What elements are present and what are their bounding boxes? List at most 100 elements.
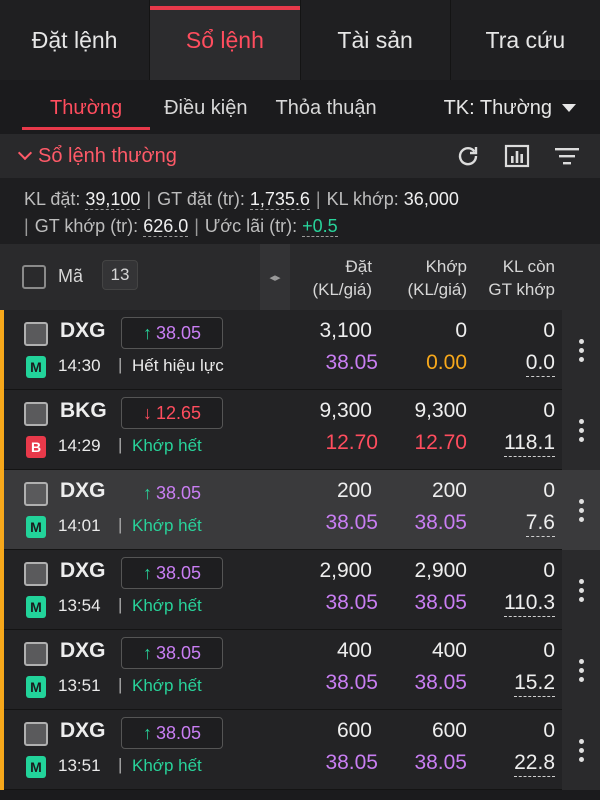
column-khop-line2: (KL/giá) bbox=[407, 280, 467, 299]
column-dat-line2: (KL/giá) bbox=[312, 280, 372, 299]
separator: | bbox=[118, 755, 123, 774]
arrow-up-icon: ↑ bbox=[142, 722, 152, 743]
row-checkbox[interactable] bbox=[24, 482, 48, 506]
account-select[interactable]: TK: Thường bbox=[444, 82, 576, 134]
separator: | bbox=[118, 515, 123, 534]
ref-price: 38.05 bbox=[155, 642, 202, 663]
kebab-icon bbox=[578, 658, 584, 664]
ref-price-badge: ↑ 38.05 bbox=[121, 477, 223, 509]
dat-kl: 9,300 bbox=[319, 399, 372, 422]
khop-gia: 38.05 bbox=[414, 751, 467, 774]
kebab-icon bbox=[578, 418, 584, 424]
order-side-badge: M bbox=[26, 596, 46, 618]
tab-tra-cuu[interactable]: Tra cứu bbox=[450, 0, 600, 80]
khop-gia: 38.05 bbox=[414, 671, 467, 694]
tab-so-lenh[interactable]: Sổ lệnh bbox=[150, 0, 301, 80]
subtab-thoa-thuan[interactable]: Thỏa thuận bbox=[261, 82, 390, 134]
kebab-icon bbox=[578, 338, 584, 344]
kebab-icon-dot bbox=[578, 756, 584, 762]
ref-price: 38.05 bbox=[155, 722, 202, 743]
refresh-icon[interactable] bbox=[456, 144, 480, 168]
table-row[interactable]: DXG ↑ 38.05 M 14:01 | Khớp hết 200 38.05 200 38.05… bbox=[0, 470, 600, 550]
kebab-icon-dot bbox=[578, 747, 584, 753]
arrow-up-icon: ↑ bbox=[142, 482, 152, 503]
uoc-lai-label: Ước lãi (tr): bbox=[204, 216, 298, 236]
table-row[interactable]: DXG ↑ 38.05 M 13:54 | Khớp hết 2,900 38.05 2,900 3… bbox=[0, 550, 600, 630]
arrow-down-icon: ↓ bbox=[142, 402, 152, 423]
subtab-thuong[interactable]: Thường bbox=[22, 82, 151, 134]
column-khop: Khớp (KL/giá) bbox=[407, 255, 467, 301]
khop-kl: 400 bbox=[431, 639, 467, 662]
ref-price-badge: ↑ 38.05 bbox=[121, 317, 223, 349]
kl-con: 0 bbox=[543, 319, 555, 342]
khop-kl: 9,300 bbox=[414, 399, 467, 422]
more-options-button[interactable] bbox=[562, 310, 600, 390]
tab-dat-lenh[interactable]: Đặt lệnh bbox=[0, 0, 151, 80]
dat-kl: 600 bbox=[336, 719, 372, 742]
subtab-dieu-kien[interactable]: Điều kiện bbox=[150, 82, 261, 134]
dat-gia: 38.05 bbox=[325, 511, 378, 534]
column-dat-line1: Đặt bbox=[345, 257, 372, 276]
kl-dat-value: 39,100 bbox=[85, 189, 141, 210]
khop-gia: 12.70 bbox=[414, 431, 467, 454]
gt-khop: 118.1 bbox=[504, 431, 555, 457]
gt-khop-value: 626.0 bbox=[143, 216, 189, 237]
khop-kl: 2,900 bbox=[414, 559, 467, 582]
section-toggle[interactable]: Sổ lệnh thường bbox=[17, 144, 177, 168]
main-tab-bar: Đặt lệnh Sổ lệnh Tài sản Tra cứu bbox=[0, 0, 600, 80]
kl-con: 0 bbox=[543, 399, 555, 422]
order-status: Khớp hết bbox=[132, 596, 202, 615]
kebab-icon-dot bbox=[578, 347, 584, 353]
tab-tai-san[interactable]: Tài sản bbox=[300, 0, 451, 80]
order-status: Khớp hết bbox=[132, 436, 202, 455]
row-checkbox[interactable] bbox=[24, 722, 48, 746]
column-kl-con-line1: KL còn bbox=[502, 257, 555, 276]
symbol: DXG bbox=[60, 639, 106, 662]
dat-gia: 38.05 bbox=[325, 351, 378, 374]
order-side-badge: M bbox=[26, 516, 46, 538]
ref-price-badge: ↑ 38.05 bbox=[121, 557, 223, 589]
kebab-icon bbox=[578, 738, 584, 744]
more-options-button[interactable] bbox=[562, 470, 600, 550]
more-options-button[interactable] bbox=[562, 710, 600, 790]
column-resize-handle[interactable]: ◂▸ bbox=[260, 244, 290, 310]
kebab-icon-dot bbox=[578, 667, 584, 673]
order-side-bar bbox=[0, 550, 4, 630]
row-checkbox[interactable] bbox=[24, 642, 48, 666]
bar-chart-icon[interactable] bbox=[504, 144, 530, 168]
symbol: DXG bbox=[60, 559, 106, 582]
kl-con: 0 bbox=[543, 559, 555, 582]
khop-kl: 0 bbox=[455, 319, 467, 342]
order-side-badge: M bbox=[26, 756, 46, 778]
kebab-icon-dot bbox=[578, 356, 584, 362]
ref-price: 12.65 bbox=[155, 402, 202, 423]
order-list: DXG ↑ 38.05 M 14:30 | Hết hiệu lực 3,100 38.05 0 0… bbox=[0, 310, 600, 790]
filter-icon[interactable] bbox=[554, 145, 580, 167]
khop-kl: 600 bbox=[431, 719, 467, 742]
row-checkbox[interactable] bbox=[24, 562, 48, 586]
arrow-up-icon: ↑ bbox=[142, 322, 152, 343]
order-time: 13:51 bbox=[58, 756, 101, 775]
more-options-button[interactable] bbox=[562, 630, 600, 710]
dat-gia: 38.05 bbox=[325, 591, 378, 614]
symbol: BKG bbox=[60, 399, 107, 422]
table-row[interactable]: BKG ↓ 12.65 B 14:29 | Khớp hết 9,300 12.70 9,300 1… bbox=[0, 390, 600, 470]
more-options-button[interactable] bbox=[562, 390, 600, 470]
select-all-checkbox[interactable] bbox=[22, 265, 46, 289]
row-checkbox[interactable] bbox=[24, 402, 48, 426]
table-row[interactable]: DXG ↑ 38.05 M 13:51 | Khớp hết 600 38.05 600 38.05… bbox=[0, 710, 600, 790]
table-row[interactable]: DXG ↑ 38.05 M 14:30 | Hết hiệu lực 3,100 38.05 0 0… bbox=[0, 310, 600, 390]
column-ma[interactable]: Mã bbox=[58, 266, 83, 287]
account-select-label: TK: Thường bbox=[443, 96, 552, 119]
row-checkbox[interactable] bbox=[24, 322, 48, 346]
order-time: 14:01 bbox=[58, 516, 101, 535]
order-status: Hết hiệu lực bbox=[132, 356, 224, 375]
ref-price-badge: ↑ 38.05 bbox=[121, 717, 223, 749]
gt-khop: 22.8 bbox=[514, 751, 555, 777]
section-title: Sổ lệnh thường bbox=[38, 144, 177, 167]
table-row[interactable]: DXG ↑ 38.05 M 13:51 | Khớp hết 400 38.05 400 38.05… bbox=[0, 630, 600, 710]
kebab-icon-dot bbox=[578, 427, 584, 433]
more-options-button[interactable] bbox=[562, 550, 600, 630]
kebab-icon bbox=[578, 498, 584, 504]
kl-khop-label: KL khớp: bbox=[326, 189, 399, 209]
